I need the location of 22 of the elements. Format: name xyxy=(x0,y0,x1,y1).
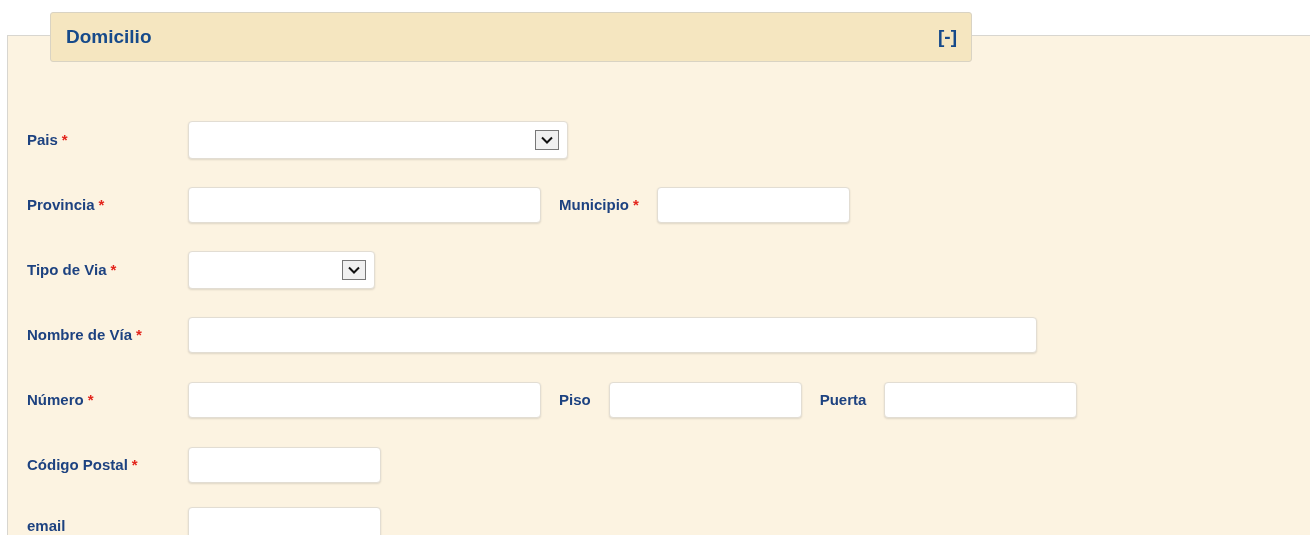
input-field[interactable] xyxy=(188,186,541,223)
field-label: Provincia * xyxy=(27,196,106,213)
input-field[interactable] xyxy=(188,507,381,535)
input-field[interactable] xyxy=(656,186,850,223)
input-field[interactable] xyxy=(188,446,381,483)
section-title: Domicilio xyxy=(66,26,152,48)
field-label: Tipo de Via * xyxy=(27,261,118,278)
field-label: Piso xyxy=(559,391,591,408)
input-field[interactable] xyxy=(188,316,1037,353)
dropdown-field[interactable] xyxy=(188,120,568,159)
field-label: Municipio * xyxy=(559,196,639,213)
field-label: Número * xyxy=(27,391,95,408)
field-label: Nombre de Vía * xyxy=(27,326,143,343)
field-label: Pais * xyxy=(27,131,69,148)
collapse-link[interactable]: [-] xyxy=(938,26,957,48)
input-field[interactable] xyxy=(188,381,541,418)
field-label: Puerta xyxy=(819,391,867,408)
field-label: Código Postal * xyxy=(27,456,139,473)
input-field[interactable] xyxy=(884,381,1078,418)
input-field[interactable] xyxy=(608,381,802,418)
field-label: email xyxy=(27,516,67,534)
dropdown-field[interactable] xyxy=(188,250,375,289)
